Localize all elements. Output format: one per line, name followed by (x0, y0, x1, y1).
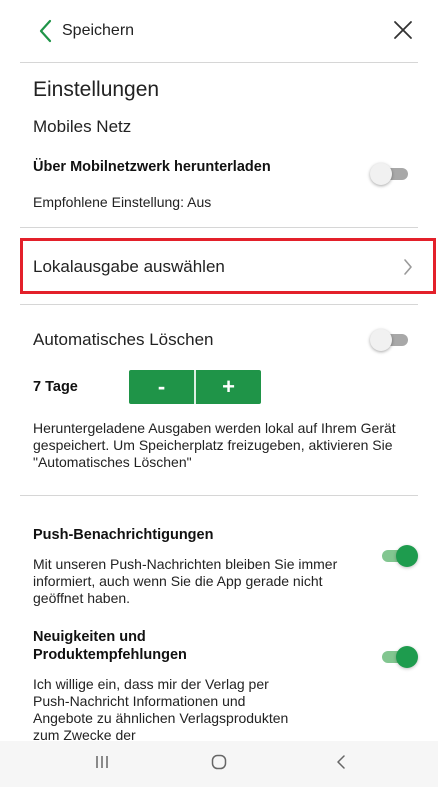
chevron-left-icon (39, 19, 52, 43)
page-title: Einstellungen (33, 78, 160, 101)
auto-delete-info: Heruntergeladene Ausgaben werden lokal a… (33, 420, 396, 470)
stepper-separator (194, 370, 196, 404)
home-icon (211, 754, 227, 770)
toggle-knob (396, 646, 418, 668)
news-recommendations-toggle[interactable] (378, 645, 418, 669)
back-icon (337, 755, 345, 769)
back-label: Speichern (62, 22, 135, 39)
mobile-download-label: Über Mobilnetzwerk herunterladen (33, 159, 271, 175)
recent-apps-icon (96, 756, 108, 768)
local-edition-label: Lokalausgabe auswählen (33, 257, 225, 276)
header-divider (20, 62, 418, 63)
auto-delete-toggle[interactable] (370, 328, 410, 352)
chevron-right-icon (404, 259, 412, 275)
recent-apps-button[interactable] (93, 753, 111, 776)
push-notifications-description: Mit unseren Push-Nachrichten bleiben Sie… (33, 556, 338, 606)
push-notifications-label: Push-Benachrichtigungen (33, 527, 214, 543)
system-back-button[interactable] (333, 753, 351, 776)
system-navigation-bar (0, 741, 438, 787)
section-divider (20, 495, 418, 496)
news-recommendations-description: Ich willige ein, dass mir der Verlag per… (33, 676, 289, 741)
section-divider (20, 227, 418, 228)
days-label: 7 Tage (33, 379, 78, 395)
auto-delete-label: Automatisches Löschen (33, 330, 214, 349)
push-notifications-toggle[interactable] (378, 544, 418, 568)
mobile-download-toggle[interactable] (370, 162, 410, 186)
mobile-download-hint: Empfohlene Einstellung: Aus (33, 194, 212, 210)
back-save-button[interactable]: Speichern (38, 16, 134, 46)
decrease-days-button[interactable]: - (129, 370, 194, 404)
close-button[interactable] (390, 17, 416, 43)
close-icon (394, 21, 412, 39)
news-recommendations-label: Neuigkeiten und Produktempfehlungen (33, 629, 187, 663)
days-stepper: - + (129, 370, 261, 404)
local-edition-select-row[interactable]: Lokalausgabe auswählen (20, 238, 436, 294)
increase-days-button[interactable]: + (196, 370, 261, 404)
toggle-knob (396, 545, 418, 567)
home-button[interactable] (210, 753, 228, 776)
toggle-knob (370, 163, 392, 185)
toggle-knob (370, 329, 392, 351)
mobile-network-heading: Mobiles Netz (33, 117, 132, 136)
top-bar: Speichern (0, 0, 438, 62)
section-divider (20, 304, 418, 305)
